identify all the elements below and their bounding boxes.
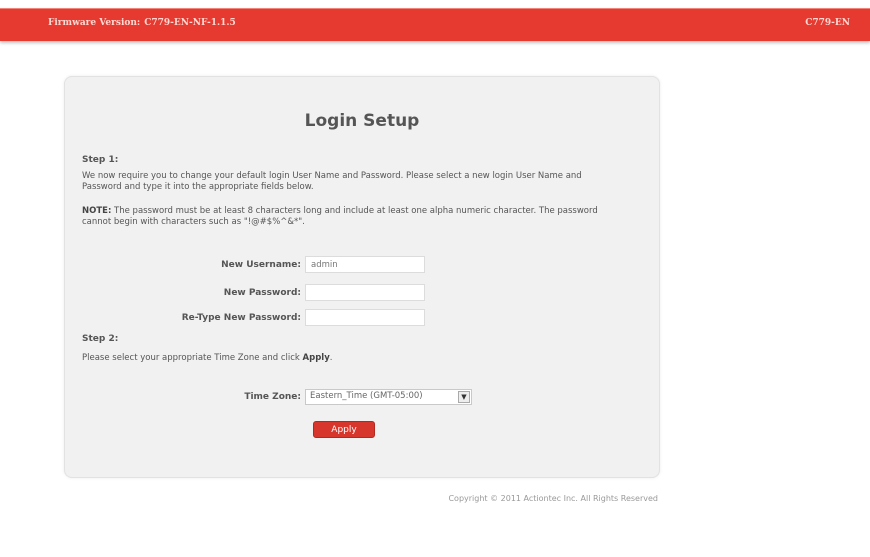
password-note: NOTE: The password must be at least 8 ch… [82, 206, 602, 228]
copyright-text: Copyright © 2011 Actiontec Inc. All Righ… [448, 494, 658, 503]
timezone-select[interactable]: Eastern_Time (GMT-05:00) ▼ [305, 389, 472, 405]
dropdown-arrow-icon[interactable]: ▼ [458, 391, 470, 403]
firmware-version: Firmware Version: C779-EN-NF-1.1.5 [48, 18, 236, 28]
step2-text-after: . [329, 353, 333, 363]
retype-password-label: Re-Type New Password: [181, 313, 301, 323]
apply-button[interactable]: Apply [313, 421, 375, 438]
login-setup-panel: Login Setup Step 1: We now require you t… [64, 76, 660, 478]
step2-heading: Step 2: [82, 334, 119, 344]
firmware-label: Firmware Version: [48, 18, 141, 28]
step2-text-before: Please select your appropriate Time Zone… [82, 353, 303, 363]
note-label: NOTE: [82, 206, 112, 216]
timezone-value: Eastern_Time (GMT-05:00) [310, 391, 423, 401]
password-label: New Password: [223, 288, 301, 298]
page-title: Login Setup [304, 111, 420, 131]
username-input[interactable] [305, 256, 425, 273]
note-text: The password must be at least 8 characte… [82, 206, 598, 227]
username-label: New Username: [221, 260, 301, 270]
step1-text: We now require you to change your defaul… [82, 171, 582, 192]
timezone-label: Time Zone: [244, 392, 301, 402]
top-header-bar: Firmware Version: C779-EN-NF-1.1.5 C779-E… [0, 8, 870, 41]
model-name: C779-EN [805, 18, 850, 28]
retype-password-input[interactable] [305, 309, 425, 326]
firmware-value: C779-EN-NF-1.1.5 [144, 18, 236, 28]
step2-apply-word: Apply [302, 353, 330, 363]
password-input[interactable] [305, 284, 425, 301]
step1-heading: Step 1: [82, 155, 119, 165]
step2-text: Please select your appropriate Time Zone… [82, 353, 602, 364]
